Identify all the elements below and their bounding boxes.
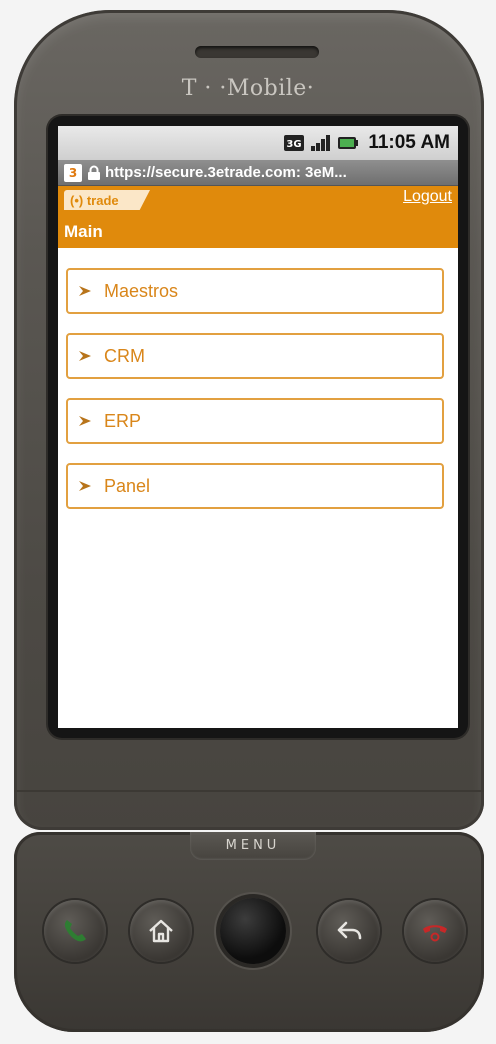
menu-item-maestros[interactable]: Maestros bbox=[66, 268, 444, 314]
back-icon bbox=[337, 921, 362, 940]
emulator-stage: T · ·Mobile· 3G 11:05 AM 3 https://secur… bbox=[0, 0, 496, 1044]
status-bar: 3G 11:05 AM bbox=[58, 126, 458, 160]
home-icon bbox=[149, 919, 173, 943]
menu-item-crm[interactable]: CRM bbox=[66, 333, 444, 379]
call-icon bbox=[64, 920, 86, 942]
menu-item-label: Maestros bbox=[104, 280, 179, 301]
browser-url-bar[interactable]: 3 https://secure.3etrade.com: 3eM... bbox=[58, 160, 458, 186]
chin-divider bbox=[14, 790, 484, 792]
app-header: (•) trade Logout Main bbox=[58, 186, 458, 248]
battery-icon bbox=[338, 137, 359, 149]
site-favicon-icon: 3 bbox=[64, 163, 82, 182]
arrow-right-icon bbox=[79, 416, 91, 426]
lock-icon bbox=[88, 165, 100, 180]
url-text: https://secure.3etrade.com: 3eM... bbox=[105, 164, 347, 181]
menu-item-label: CRM bbox=[104, 345, 145, 366]
menu-item-panel[interactable]: Panel bbox=[66, 463, 444, 509]
status-time: 11:05 AM bbox=[368, 132, 450, 153]
home-button[interactable] bbox=[130, 900, 192, 962]
menu-item-label: Panel bbox=[104, 475, 151, 496]
logout-link[interactable]: Logout bbox=[403, 188, 452, 206]
call-button[interactable] bbox=[44, 900, 106, 962]
carrier-brand: T · ·Mobile· bbox=[181, 76, 315, 101]
trade-logo: (•) trade bbox=[64, 190, 150, 210]
arrow-right-icon bbox=[79, 351, 91, 361]
device-screen: 3G 11:05 AM 3 https://secure.3etrade.com… bbox=[58, 126, 458, 728]
end-call-icon bbox=[423, 925, 447, 942]
trackball[interactable] bbox=[220, 898, 286, 964]
menu-item-label: ERP bbox=[104, 410, 142, 431]
arrow-right-icon bbox=[79, 286, 91, 296]
svg-text:3G: 3G bbox=[287, 139, 302, 150]
earpiece-speaker bbox=[195, 46, 319, 58]
main-menu-list: Maestros CRM ERP Panel bbox=[58, 248, 458, 509]
menu-item-erp[interactable]: ERP bbox=[66, 398, 444, 444]
back-button[interactable] bbox=[318, 900, 380, 962]
end-call-button[interactable] bbox=[404, 900, 466, 962]
arrow-right-icon bbox=[79, 481, 91, 491]
3g-icon: 3G bbox=[284, 135, 305, 151]
signal-icon bbox=[311, 135, 331, 151]
page-title: Main bbox=[64, 222, 103, 241]
menu-key[interactable]: MENU bbox=[190, 832, 316, 860]
